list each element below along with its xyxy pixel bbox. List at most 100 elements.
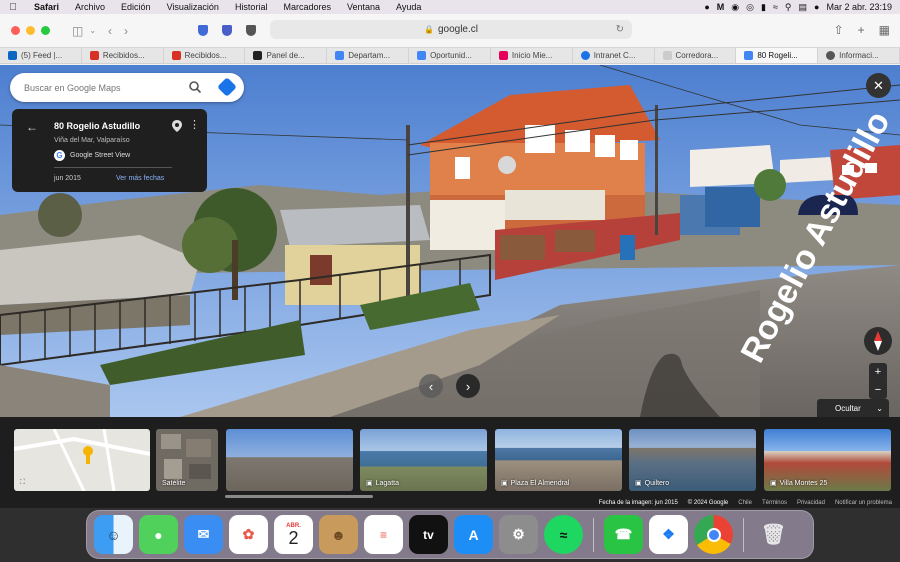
menu-ventana[interactable]: Ventana	[339, 2, 388, 12]
thumbnail-plaza-almendral[interactable]: ▣ Plaza El Almendral	[495, 429, 622, 491]
zoom-out-button[interactable]: −	[875, 384, 881, 396]
map-thumbnail-graphic	[14, 429, 150, 491]
gmail-icon	[171, 51, 181, 60]
contacts-icon[interactable]: ☻	[319, 515, 358, 554]
clock-text[interactable]: Mar 2 abr. 23:19	[826, 2, 892, 12]
vpn-icon[interactable]: ◉	[731, 2, 739, 13]
compass-icon[interactable]	[864, 327, 892, 355]
close-window-button[interactable]	[11, 26, 20, 35]
more-dates-link[interactable]: Ver más fechas	[116, 175, 164, 182]
tab-inicio[interactable]: Inicio Mie...	[491, 48, 573, 63]
privacy-link[interactable]: Privacidad	[797, 500, 825, 506]
search-icon[interactable]	[188, 80, 202, 94]
finder-icon[interactable]: ☺	[94, 515, 133, 554]
messages-icon[interactable]: ●	[139, 515, 178, 554]
creative-cloud-icon[interactable]: ●	[704, 2, 709, 12]
fullscreen-icon[interactable]: ⛶	[20, 479, 25, 487]
m-app-icon[interactable]: M	[717, 2, 725, 12]
place-info-card: ← 80 Rogelio Astudillo Viña del Mar, Val…	[12, 109, 207, 192]
control-center-icon[interactable]: ▤	[799, 2, 808, 13]
location-pin-icon[interactable]	[172, 120, 182, 132]
mail-icon[interactable]: ✉	[184, 515, 223, 554]
safari-icon[interactable]: ❖	[649, 515, 688, 554]
google-icon	[744, 51, 754, 60]
thumbnail-quiltero[interactable]: ▣ Quiltero	[629, 429, 756, 491]
tab-oportunidades[interactable]: Oportunid...	[409, 48, 491, 63]
zoom-window-button[interactable]	[41, 26, 50, 35]
menu-app-name[interactable]: Safari	[26, 2, 67, 12]
hide-thumbnails-button[interactable]: Ocultar ⌄	[817, 399, 889, 417]
back-icon[interactable]: ‹	[108, 24, 112, 38]
forward-icon[interactable]: ›	[124, 24, 128, 38]
tab-corredora[interactable]: Corredora...	[655, 48, 737, 63]
app-store-icon[interactable]: A	[454, 515, 493, 554]
menu-bar:  Safari Archivo Edición Visualización H…	[0, 0, 900, 14]
battery-icon[interactable]: ▮	[761, 2, 766, 13]
maps-search-box[interactable]	[10, 73, 244, 102]
tab-panel[interactable]: Panel de...	[245, 48, 328, 63]
menu-edicion[interactable]: Edición	[113, 2, 159, 12]
tab-maps-active[interactable]: 80 Rogeli...	[736, 48, 819, 63]
previous-arrow-button[interactable]: ‹	[419, 374, 443, 398]
record-icon[interactable]: ◎	[746, 2, 754, 13]
tab-overview-icon[interactable]: ▦	[879, 23, 890, 37]
zoom-in-button[interactable]: +	[875, 366, 881, 378]
more-options-icon[interactable]: ⋮	[189, 118, 200, 131]
tab-gmail-1[interactable]: Recibidos...	[82, 48, 164, 63]
tab-gmail-2[interactable]: Recibidos...	[164, 48, 246, 63]
menu-archivo[interactable]: Archivo	[67, 2, 113, 12]
apple-tv-icon[interactable]: tv	[409, 515, 448, 554]
tab-linkedin[interactable]: (5) Feed |...	[0, 48, 82, 63]
chevron-down-icon[interactable]: ⌄	[89, 26, 96, 35]
tab-intranet[interactable]: Intranet C...	[573, 48, 655, 63]
wifi-icon[interactable]: ≈	[773, 2, 778, 12]
cube-extension-icon[interactable]	[222, 25, 233, 36]
calendar-icon[interactable]: ABR. 2	[274, 515, 313, 554]
thumbnail-villa-montes[interactable]: ▣ Villa Montes 25	[764, 429, 891, 491]
chrome-icon[interactable]	[694, 515, 733, 554]
reminders-icon[interactable]: ≡	[364, 515, 403, 554]
sidebar-icon[interactable]: ◫	[72, 24, 83, 38]
photos-icon[interactable]: ✿	[229, 515, 268, 554]
camera-icon: ▣	[770, 480, 777, 487]
spotify-icon[interactable]: ≈	[544, 515, 583, 554]
menu-visualizacion[interactable]: Visualización	[159, 2, 227, 12]
address-bar[interactable]: 🔒 google.cl ↻	[270, 20, 632, 39]
reload-icon[interactable]: ↻	[616, 24, 624, 35]
thumbnail-street[interactable]	[226, 429, 353, 491]
menu-marcadores[interactable]: Marcadores	[275, 2, 339, 12]
zoom-control: + −	[869, 363, 887, 399]
place-title: 80 Rogelio Astudillo	[54, 121, 141, 131]
menu-ayuda[interactable]: Ayuda	[388, 2, 429, 12]
photo-label: ▣ Plaza El Almendral	[501, 479, 569, 488]
share-icon[interactable]: ⇧	[834, 23, 844, 37]
thumbnail-scrollbar[interactable]	[225, 495, 373, 498]
apple-icon[interactable]: 	[0, 2, 26, 13]
shield-extension-icon[interactable]	[198, 25, 209, 36]
whatsapp-icon[interactable]: ☎	[604, 515, 643, 554]
search-icon[interactable]: ⚲	[785, 2, 792, 13]
menu-historial[interactable]: Historial	[227, 2, 276, 12]
place-subtitle: Viña del Mar, Valparaíso	[54, 137, 130, 144]
report-problem-link[interactable]: Notificar un problema	[835, 500, 892, 506]
thumbnail-satellite[interactable]: Satélite	[156, 429, 218, 491]
linkedin-icon	[8, 51, 17, 60]
thumbnail-map[interactable]: ⛶	[14, 429, 150, 491]
next-arrow-button[interactable]: ›	[456, 374, 480, 398]
tab-departamento[interactable]: Departam...	[327, 48, 410, 63]
thumbnail-lagatta[interactable]: ▣ Lagatta	[360, 429, 487, 491]
tab-label: Informaci...	[839, 51, 879, 60]
terms-link[interactable]: Términos	[762, 500, 787, 506]
system-settings-icon[interactable]: ⚙	[499, 515, 538, 554]
new-tab-icon[interactable]: +	[858, 23, 865, 37]
minimize-window-button[interactable]	[26, 26, 35, 35]
close-street-view-button[interactable]: ✕	[866, 73, 891, 98]
search-input[interactable]	[24, 82, 184, 93]
back-arrow-icon[interactable]: ←	[26, 120, 38, 134]
country-link[interactable]: Chile	[738, 500, 752, 506]
privacy-shield-icon[interactable]	[246, 25, 257, 36]
siri-icon[interactable]: ●	[814, 2, 819, 12]
directions-icon[interactable]	[217, 77, 237, 97]
tab-informacion[interactable]: Informaci...	[818, 48, 900, 63]
trash-icon[interactable]: 🗑	[754, 515, 793, 554]
